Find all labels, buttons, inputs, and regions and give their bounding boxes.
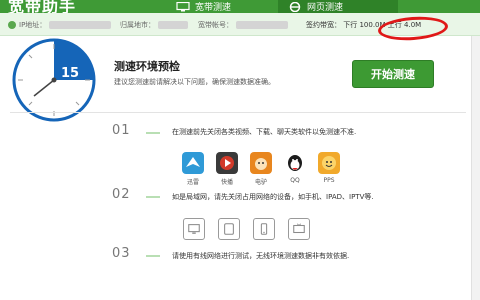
pps-icon xyxy=(318,152,340,174)
step-number: 03 xyxy=(112,246,131,261)
step-underline xyxy=(146,196,160,198)
info-bar: IP地址： 归属地市： 宽带帐号： 签约带宽： 下行 100.0M 上行 4.0… xyxy=(0,13,480,43)
account-value-redacted xyxy=(236,21,288,29)
monitor-icon xyxy=(176,1,190,11)
ie-icon xyxy=(289,1,301,12)
tab-broadband-speedtest[interactable]: 宽带测速 xyxy=(176,0,276,13)
ip-info: IP地址： xyxy=(8,20,112,30)
app-label: QQ xyxy=(290,177,300,184)
step-text: 请使用有线网络进行测试，无线环境测速数据非有效依据. xyxy=(172,252,350,260)
app-label: 迅雷 xyxy=(186,179,199,186)
app-label: 电驴 xyxy=(254,179,267,186)
kuaibo-icon xyxy=(216,152,238,174)
donkey-icon xyxy=(250,152,272,174)
ip-label: IP地址： xyxy=(19,21,47,29)
step-text: 如是局域网，请先关闭占用网络的设备，如手机、IPAD、IPTV等. xyxy=(172,193,374,201)
tab-web-speedtest[interactable]: 网页测速 xyxy=(278,0,398,13)
qq-penguin-icon xyxy=(284,152,306,174)
divider xyxy=(10,112,466,113)
account-info: 宽带帐号： xyxy=(198,20,288,30)
step-underline xyxy=(146,255,160,257)
ip-status-icon xyxy=(8,21,16,29)
iptv-icon xyxy=(288,218,310,240)
step-text: 在测速前先关闭各类视频、下载、聊天类软件以免测速不准. xyxy=(172,128,357,136)
step-number: 01 xyxy=(112,123,131,138)
step-number: 02 xyxy=(112,187,131,202)
download-label: 下行 xyxy=(343,21,358,29)
ip-value-redacted xyxy=(49,21,112,29)
tablet-icon xyxy=(218,218,240,240)
title-bar: 宽带助手 宽带测速 网页测速 xyxy=(0,0,480,16)
app-label: 快播 xyxy=(220,179,233,186)
precheck-title: 测速环境预检 xyxy=(114,60,180,73)
location-label: 归属地市： xyxy=(120,21,155,29)
clock-value: 15 xyxy=(60,66,80,81)
highlight-annotation xyxy=(377,14,449,43)
location-info: 归属地市： xyxy=(120,20,188,30)
tab-label: 网页测速 xyxy=(307,3,344,13)
start-speedtest-button[interactable]: 开始测速 xyxy=(352,60,434,88)
app-label: PPS xyxy=(323,177,335,184)
xunlei-icon xyxy=(182,152,204,174)
monitor-icon xyxy=(183,218,205,240)
scrollbar-track[interactable] xyxy=(471,36,480,300)
phone-icon xyxy=(253,218,275,240)
location-value-redacted xyxy=(158,21,188,29)
step-underline xyxy=(146,132,160,134)
countdown-clock-icon xyxy=(12,38,96,122)
speed-label: 签约带宽： xyxy=(306,21,341,29)
precheck-subtitle: 建议您测速前请解决以下问题，确保测速数据准确。 xyxy=(114,78,275,86)
account-label: 宽带帐号： xyxy=(198,21,233,29)
tab-label: 宽带测速 xyxy=(195,3,232,13)
